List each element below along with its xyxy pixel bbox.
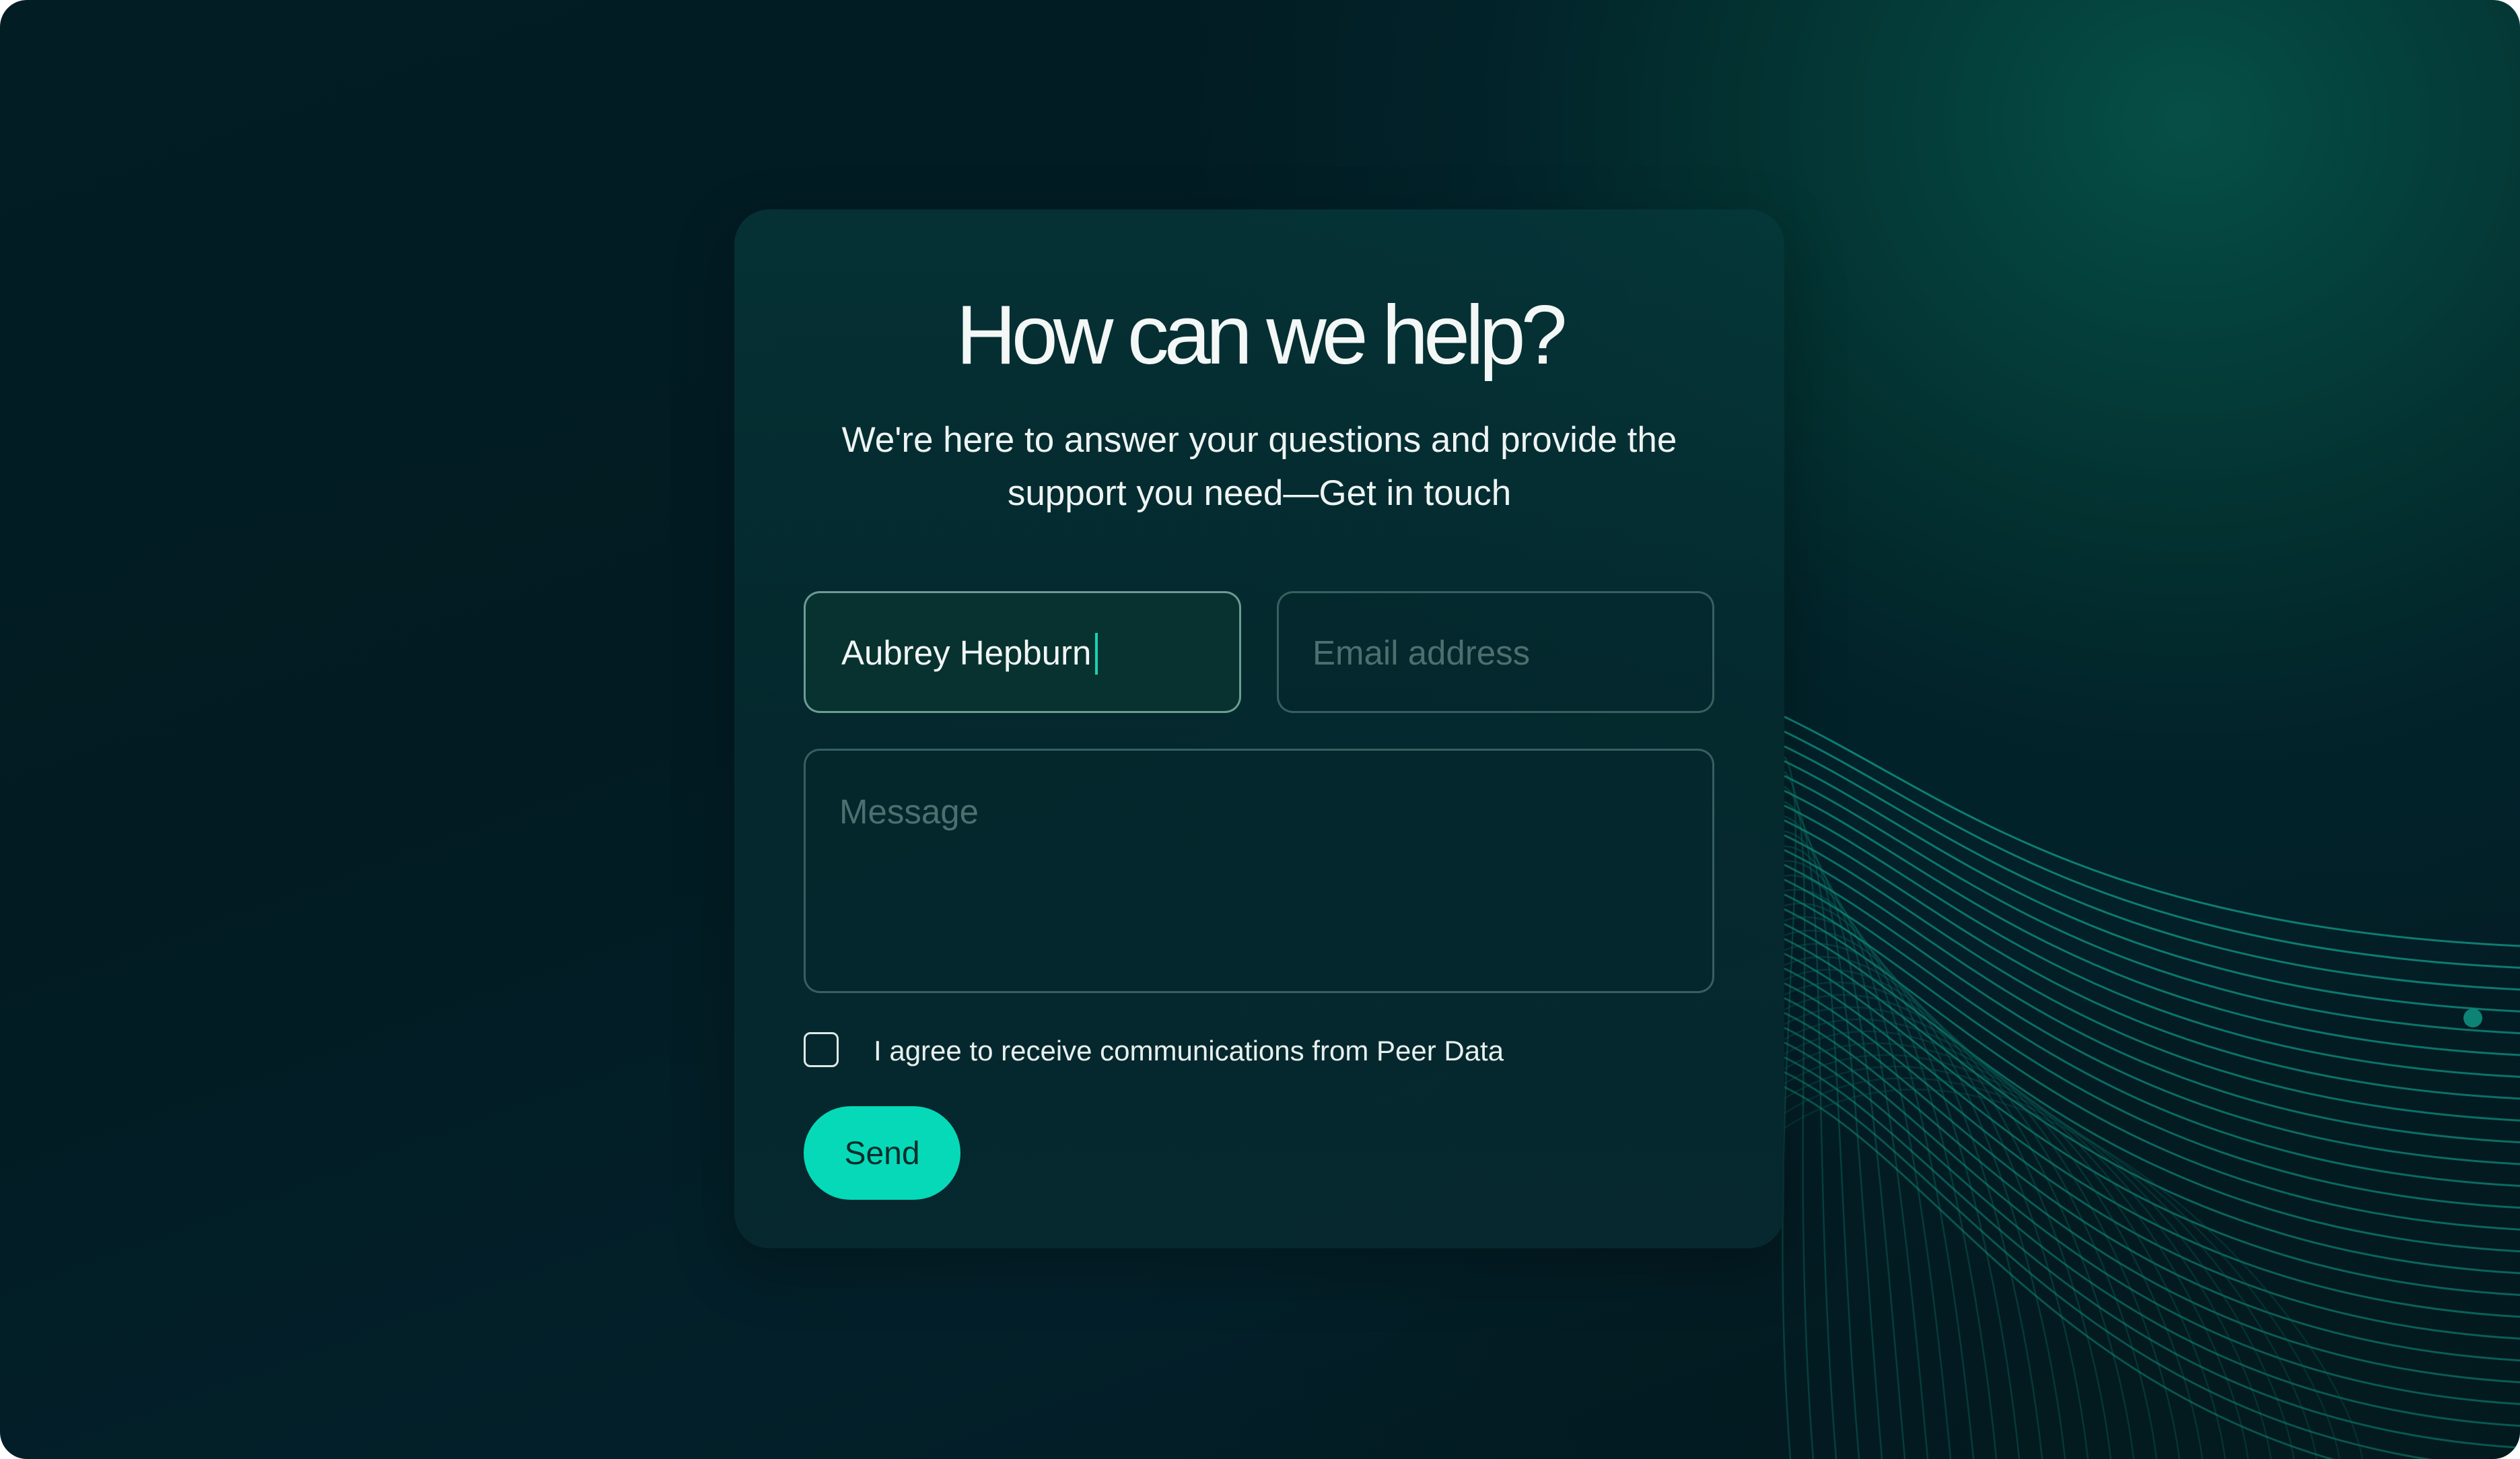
email-field-wrapper xyxy=(1277,591,1714,713)
wave-line xyxy=(1784,997,2520,1362)
wave-line xyxy=(1784,745,2520,991)
wave-line-lower xyxy=(1784,1006,2204,1459)
send-button[interactable]: Send xyxy=(804,1106,960,1200)
wave-line xyxy=(1784,716,2520,947)
consent-checkbox[interactable] xyxy=(804,1032,839,1067)
wave-line xyxy=(1784,923,2520,1253)
wave-line xyxy=(1784,1042,2520,1427)
wave-line xyxy=(1784,1056,2520,1449)
text-caret xyxy=(1095,632,1098,675)
page-subtitle: We're here to answer your questions and … xyxy=(841,420,1677,513)
name-field-value[interactable]: Aubrey Hepburn xyxy=(841,631,1098,677)
message-field[interactable] xyxy=(839,790,1692,978)
name-field[interactable]: Aubrey Hepburn xyxy=(804,591,1241,713)
wave-dot xyxy=(2463,1009,2482,1027)
email-field[interactable] xyxy=(1312,631,1692,675)
consent-label[interactable]: I agree to receive communications from P… xyxy=(874,1032,1504,1070)
wave-line xyxy=(1784,1086,2335,1459)
page-background: How can we help? We're here to answer yo… xyxy=(0,0,2520,1459)
page-title: How can we help? xyxy=(956,289,1567,382)
wave-line xyxy=(1784,805,2520,1078)
message-field-wrapper xyxy=(804,749,1714,993)
wave-line xyxy=(1784,790,2520,1056)
wave-line xyxy=(1784,1071,2433,1459)
